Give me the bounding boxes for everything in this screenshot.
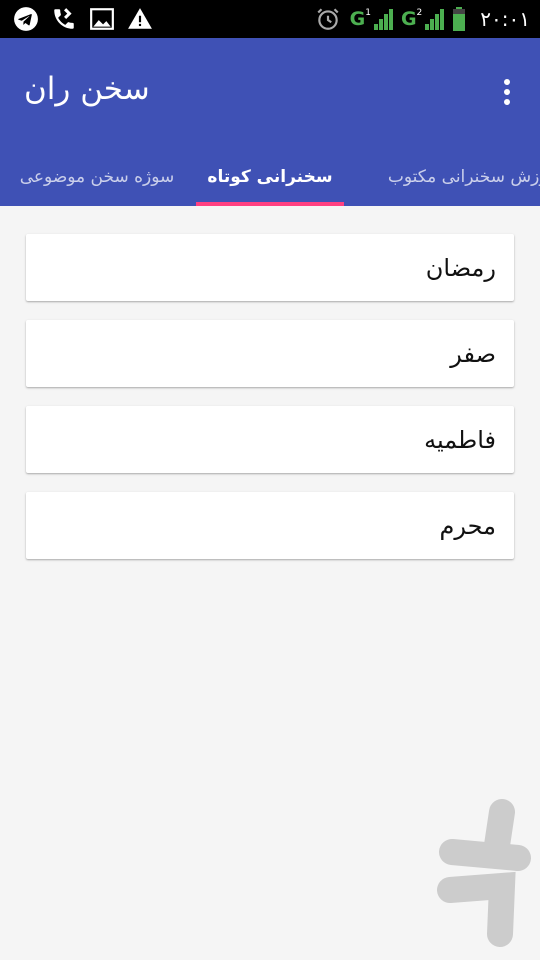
- alarm-icon: [314, 5, 342, 33]
- missed-call-icon: [50, 5, 78, 33]
- overflow-menu-button[interactable]: [492, 76, 522, 108]
- active-tab-indicator: [196, 202, 344, 206]
- tab-topical-speech-subjects[interactable]: سوژه سخن موضوعی: [4, 148, 190, 206]
- bazaar-watermark-logo: [432, 798, 536, 954]
- list-item[interactable]: محرم: [26, 492, 514, 559]
- app-bar: سخن ران آموزش سخنرانی مکتوب سخنرانی کوتا…: [0, 38, 540, 206]
- app-title: سخن ران: [24, 71, 150, 107]
- more-vert-icon: [504, 79, 510, 105]
- list-item-label: رمضان: [425, 253, 496, 282]
- tab-written-speech-tutorial[interactable]: آموزش سخنرانی مکتوب: [362, 148, 540, 206]
- telegram-icon: [12, 5, 40, 33]
- list-item[interactable]: صفر: [26, 320, 514, 387]
- warning-icon: [126, 5, 154, 33]
- status-bar-system: G 1 G 2 ۲۰:۰۱: [314, 5, 530, 33]
- status-bar: G 1 G 2 ۲۰:۰۱: [0, 0, 540, 38]
- list-item-label: محرم: [439, 511, 496, 540]
- list-item[interactable]: فاطمیه: [26, 406, 514, 473]
- list-item-label: صفر: [450, 339, 496, 368]
- list-item[interactable]: رمضان: [26, 234, 514, 301]
- category-list: رمضان صفر فاطمیه محرم: [26, 234, 514, 578]
- battery-icon: [452, 5, 466, 33]
- tab-bar: آموزش سخنرانی مکتوب سخنرانی کوتاه سوژه س…: [0, 148, 540, 206]
- list-item-label: فاطمیه: [424, 425, 496, 454]
- clock: ۲۰:۰۱: [480, 7, 530, 31]
- status-bar-notifications: [12, 5, 154, 33]
- tab-short-speech[interactable]: سخنرانی کوتاه: [196, 148, 344, 206]
- image-icon: [88, 5, 116, 33]
- signal-icon: G 2: [401, 8, 445, 30]
- signal-icon: G 1: [350, 8, 393, 30]
